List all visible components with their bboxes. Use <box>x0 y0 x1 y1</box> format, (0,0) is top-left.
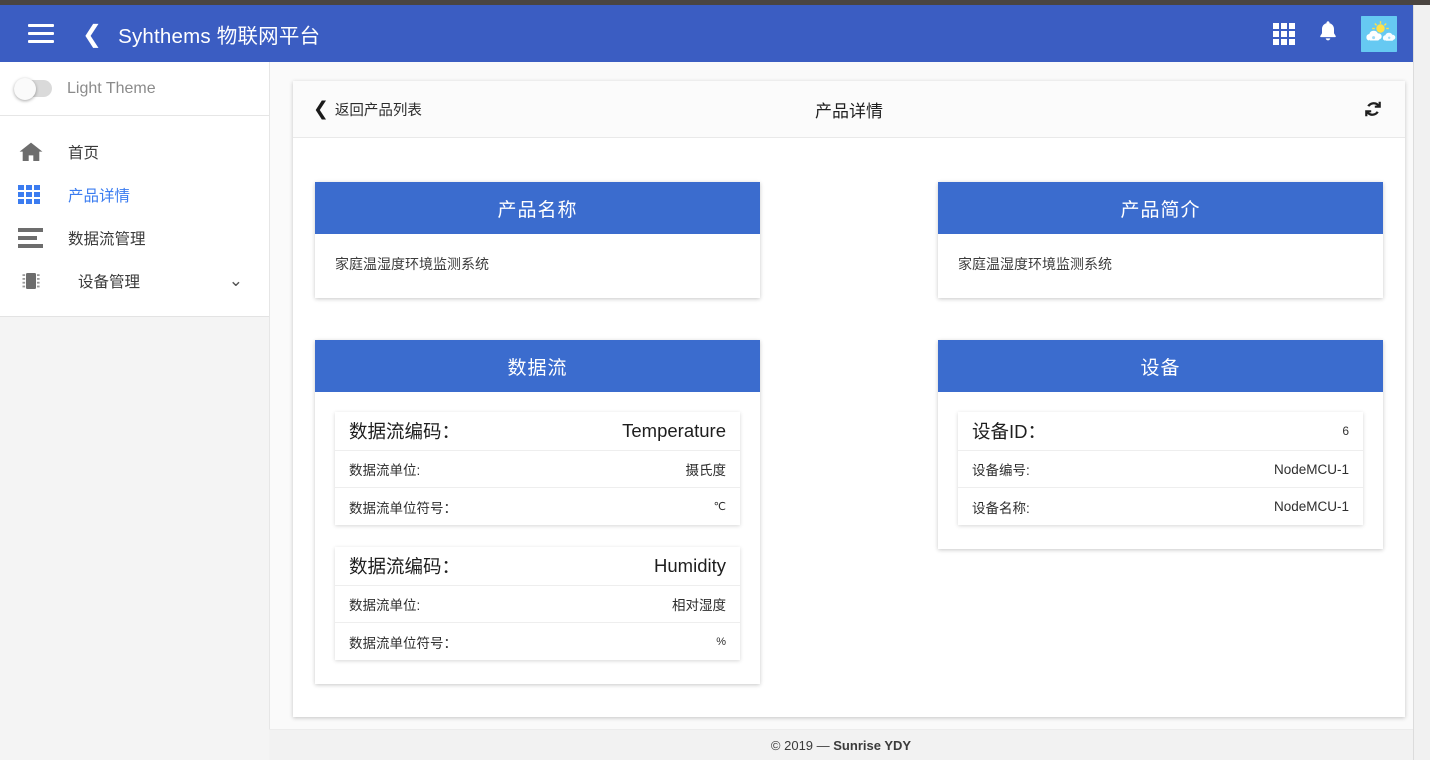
row-key: 数据流编码： <box>349 421 461 442</box>
sidebar: Light Theme 首页 产品详情 数据流管理 设备管理 ⌄ <box>0 62 269 317</box>
footer-text: © 2019 — Sunrise YDY <box>771 738 911 753</box>
hamburger-icon[interactable] <box>28 23 54 44</box>
row-value: 6 <box>1342 424 1349 438</box>
row-value: 摄氏度 <box>685 463 727 478</box>
grid-icon <box>18 185 48 204</box>
product-detail-panel: ❮ 返回产品列表 产品详情 产品名称 家庭温湿度环境监测系统 数据流 数据流编码… <box>293 81 1405 717</box>
footer-brand: Sunrise YDY <box>833 737 912 753</box>
row-value: 相对湿度 <box>672 598 726 613</box>
row-key: 数据流单位: <box>349 598 421 613</box>
app-bar-left: ❮ Syhthems 物联网平台 <box>0 19 320 49</box>
main-content: ❮ 返回产品列表 产品详情 产品名称 家庭温湿度环境监测系统 数据流 数据流编码… <box>269 62 1413 760</box>
grid-apps-icon[interactable] <box>1273 22 1295 45</box>
back-to-product-list-button[interactable]: ❮ 返回产品列表 <box>313 98 422 120</box>
row-key: 设备编号: <box>972 463 1030 478</box>
row-value: NodeMCU-1 <box>1273 499 1349 514</box>
datastream-group: 数据流编码： Humidity 数据流单位: 相对湿度 数据流单位符号： % <box>335 547 740 660</box>
weather-avatar[interactable] <box>1361 15 1397 52</box>
chevron-left-icon: ❮ <box>313 98 329 120</box>
row-value: Humidity <box>654 555 726 576</box>
row-key: 设备ID： <box>972 421 1047 442</box>
row-key: 数据流编码： <box>349 556 461 577</box>
list-item: 数据流编码： Temperature <box>335 412 740 451</box>
chip-icon <box>18 269 48 293</box>
card-body: 数据流编码： Temperature 数据流单位: 摄氏度 数据流单位符号： ℃ <box>315 392 760 684</box>
device-group: 设备ID： 6 设备编号: NodeMCU-1 设备名称: NodeMCU-1 <box>958 412 1363 525</box>
right-column: 产品简介 家庭温湿度环境监测系统 设备 设备ID： 6 设备编号: NodeMC… <box>938 182 1383 726</box>
product-intro-value: 家庭温湿度环境监测系统 <box>958 256 1112 272</box>
theme-toggle-row[interactable]: Light Theme <box>0 62 269 116</box>
list-item: 数据流单位: 相对湿度 <box>335 586 740 623</box>
sidebar-item-product-detail[interactable]: 产品详情 <box>0 173 269 216</box>
card-title: 设备 <box>938 340 1383 392</box>
page-scrollbar[interactable] <box>1413 5 1430 760</box>
app-title: Syhthems 物联网平台 <box>118 24 321 48</box>
chevron-left-icon[interactable]: ❮ <box>82 22 102 46</box>
card-title: 产品简介 <box>938 182 1383 234</box>
card-body: 家庭温湿度环境监测系统 <box>938 234 1383 298</box>
list-item: 数据流单位符号： ℃ <box>335 488 740 525</box>
cards-grid: 产品名称 家庭温湿度环境监测系统 数据流 数据流编码： Temperature <box>315 182 1383 726</box>
list-item: 数据流单位符号： % <box>335 623 740 660</box>
list-item: 设备编号: NodeMCU-1 <box>958 451 1363 488</box>
panel-body: 产品名称 家庭温湿度环境监测系统 数据流 数据流编码： Temperature <box>293 138 1405 726</box>
app-bar: ❮ Syhthems 物联网平台 <box>0 5 1413 62</box>
back-label: 返回产品列表 <box>334 102 422 119</box>
row-value: Temperature <box>622 420 726 441</box>
row-value: NodeMCU-1 <box>1273 461 1349 477</box>
left-column: 产品名称 家庭温湿度环境监测系统 数据流 数据流编码： Temperature <box>315 182 760 726</box>
sidebar-item-device-management[interactable]: 设备管理 ⌄ <box>0 259 269 302</box>
chevron-down-icon[interactable]: ⌄ <box>229 271 243 291</box>
row-key: 数据流单位符号： <box>349 500 457 516</box>
streams-icon <box>18 227 48 248</box>
page-title: 产品详情 <box>815 101 883 121</box>
sidebar-item-label: 设备管理 <box>78 273 141 291</box>
list-item: 数据流编码： Humidity <box>335 547 740 586</box>
sidebar-item-label: 产品详情 <box>68 187 131 205</box>
footer: © 2019 — Sunrise YDY <box>269 729 1413 760</box>
row-value: % <box>716 635 726 648</box>
card-body: 设备ID： 6 设备编号: NodeMCU-1 设备名称: NodeMCU-1 <box>938 392 1383 549</box>
product-name-value: 家庭温湿度环境监测系统 <box>335 256 489 272</box>
datastream-card: 数据流 数据流编码： Temperature 数据流单位: 摄氏度 数据流单位符… <box>315 340 760 684</box>
panel-header: ❮ 返回产品列表 产品详情 <box>293 81 1405 138</box>
row-key: 设备名称: <box>972 500 1030 516</box>
refresh-icon[interactable] <box>1361 97 1385 121</box>
card-body: 家庭温湿度环境监测系统 <box>315 234 760 298</box>
list-item: 数据流单位: 摄氏度 <box>335 451 740 488</box>
theme-toggle-label: Light Theme <box>67 79 156 97</box>
sidebar-item-home[interactable]: 首页 <box>0 130 269 173</box>
light-theme-toggle[interactable] <box>14 77 52 100</box>
sidebar-nav: 首页 产品详情 数据流管理 设备管理 ⌄ <box>0 116 269 317</box>
home-icon <box>18 140 48 164</box>
footer-copyright: © 2019 — <box>770 737 834 753</box>
row-key: 数据流单位符号： <box>349 635 457 651</box>
sidebar-item-label: 首页 <box>68 144 100 162</box>
device-card: 设备 设备ID： 6 设备编号: NodeMCU-1 设备名称: NodeMCU… <box>938 340 1383 549</box>
product-name-card: 产品名称 家庭温湿度环境监测系统 <box>315 182 760 298</box>
sidebar-item-datastream-management[interactable]: 数据流管理 <box>0 216 269 259</box>
sidebar-item-label: 数据流管理 <box>68 230 146 248</box>
product-intro-card: 产品简介 家庭温湿度环境监测系统 <box>938 182 1383 298</box>
app-bar-right <box>1273 15 1413 52</box>
datastream-group: 数据流编码： Temperature 数据流单位: 摄氏度 数据流单位符号： ℃ <box>335 412 740 525</box>
bell-icon[interactable] <box>1317 19 1339 48</box>
list-item: 设备名称: NodeMCU-1 <box>958 488 1363 525</box>
row-key: 数据流单位: <box>349 463 421 478</box>
card-title: 产品名称 <box>315 182 760 234</box>
card-title: 数据流 <box>315 340 760 392</box>
list-item: 设备ID： 6 <box>958 412 1363 451</box>
row-value: ℃ <box>713 501 726 513</box>
